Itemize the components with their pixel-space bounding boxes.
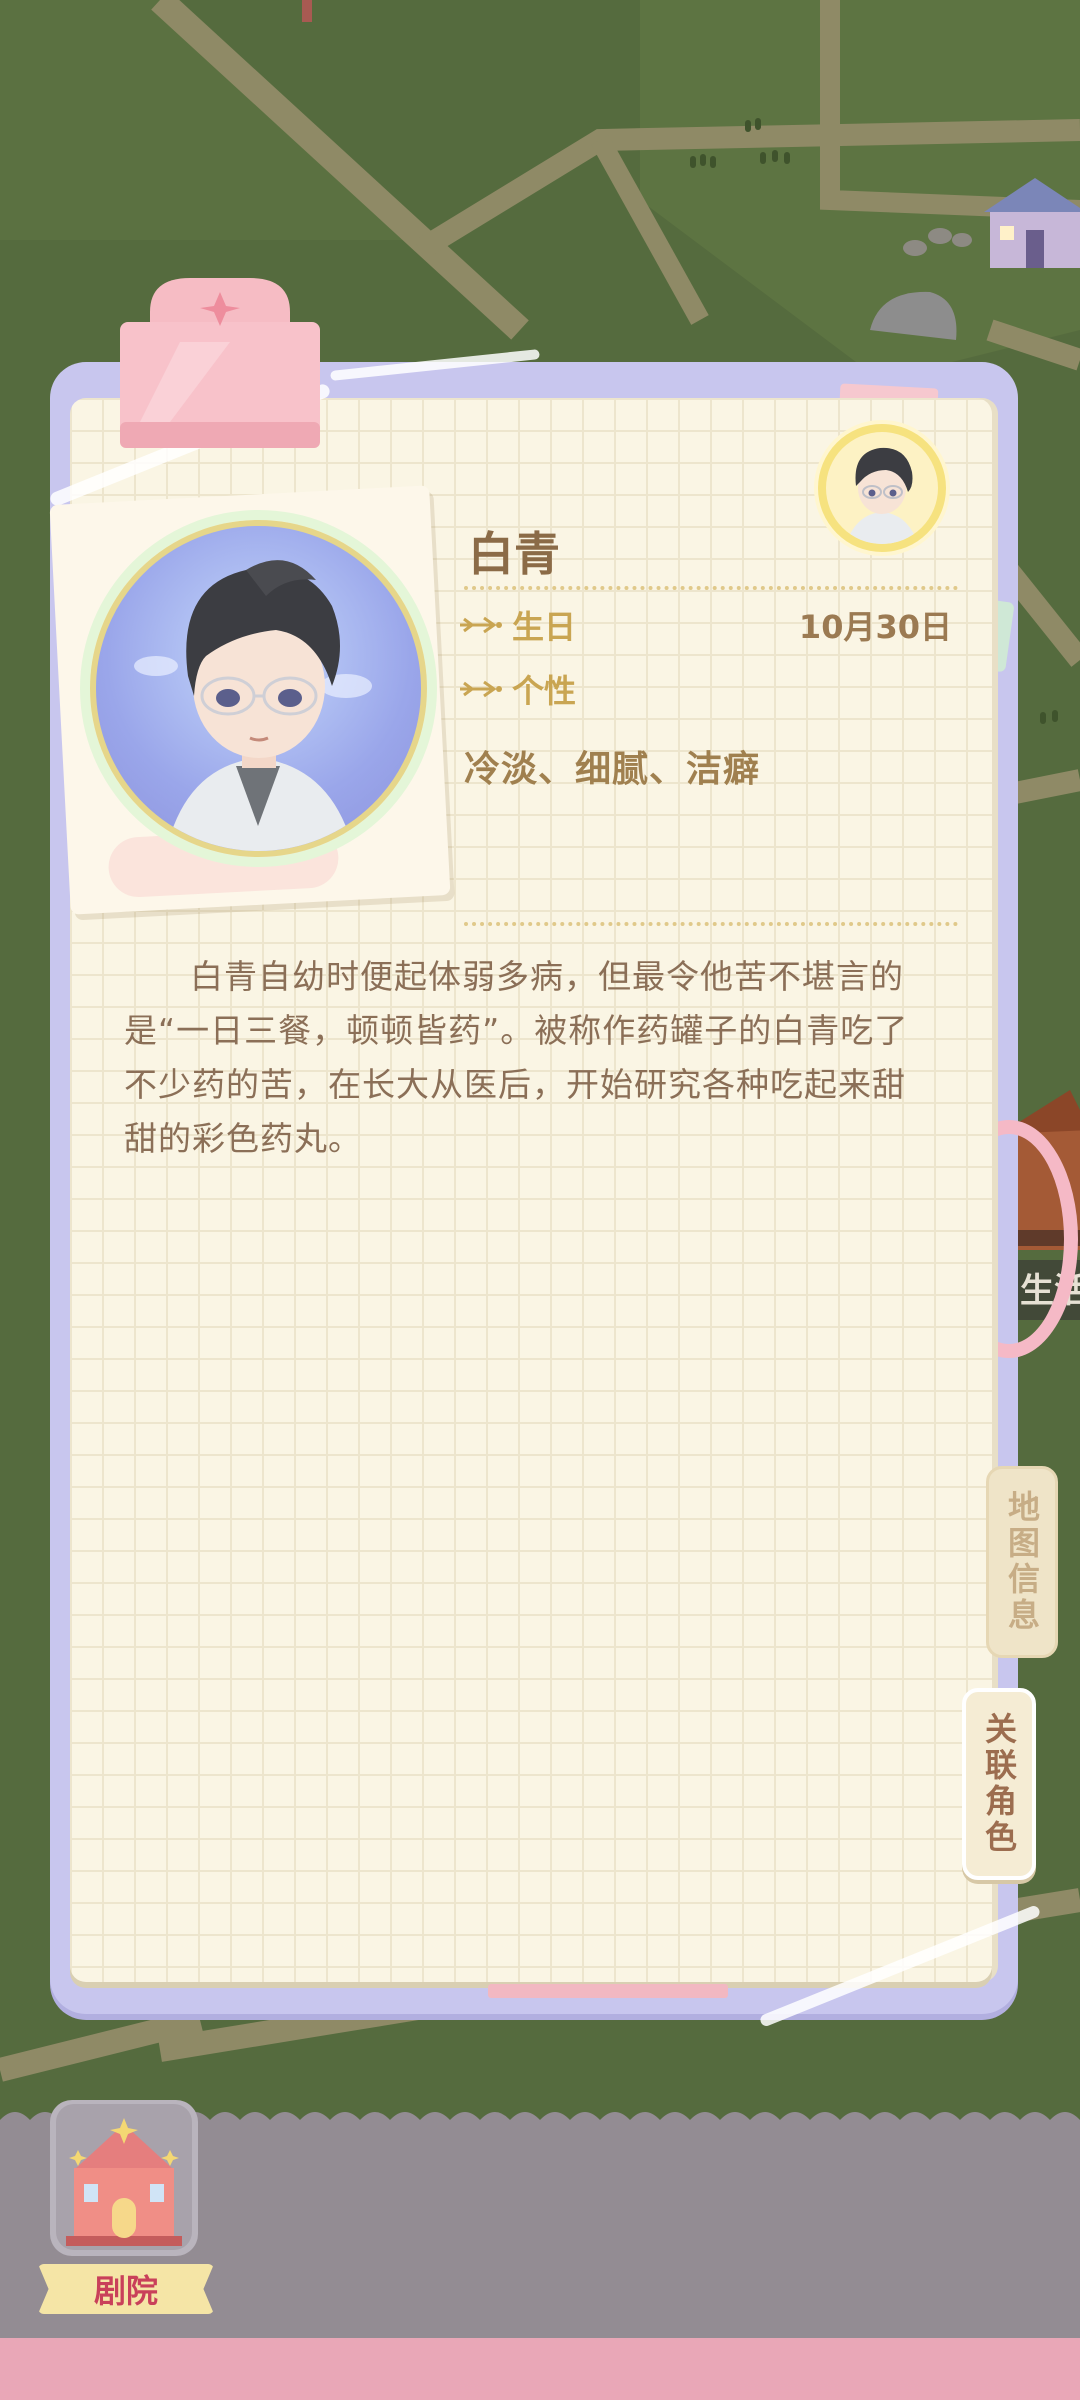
personality-label: 个性 <box>512 672 577 710</box>
theater-icon[interactable] <box>44 2090 204 2262</box>
character-name: 白青 <box>468 527 560 581</box>
birthday-label: 生日 <box>512 608 577 646</box>
theater-label[interactable]: 剧院 <box>38 2264 214 2314</box>
character-bio: 白青自幼时便起体弱多病，但最令他苦不堪言的是“一日三餐，顿顿皆药”。被称作药罐子… <box>124 957 909 1158</box>
personality-traits: 冷淡、细腻、洁癖 <box>464 749 761 790</box>
clip-decoration <box>120 278 320 448</box>
character-mini-avatar[interactable] <box>826 432 938 544</box>
bottom-strip <box>0 2338 1080 2400</box>
tab-related-roles[interactable]: 关联角色 <box>962 1688 1036 1880</box>
birthday-row: 生日 <box>458 602 576 648</box>
personality-row: 个性 <box>458 666 576 712</box>
tab-map-info[interactable]: 地图信息 <box>986 1466 1058 1658</box>
divider <box>464 586 958 590</box>
divider <box>464 922 958 926</box>
arrow-icon <box>460 680 502 698</box>
character-portrait <box>90 520 427 857</box>
arrow-icon <box>460 616 502 634</box>
birthday-value: 10月30日 <box>798 608 952 646</box>
page-edge-decoration <box>488 1984 728 1998</box>
